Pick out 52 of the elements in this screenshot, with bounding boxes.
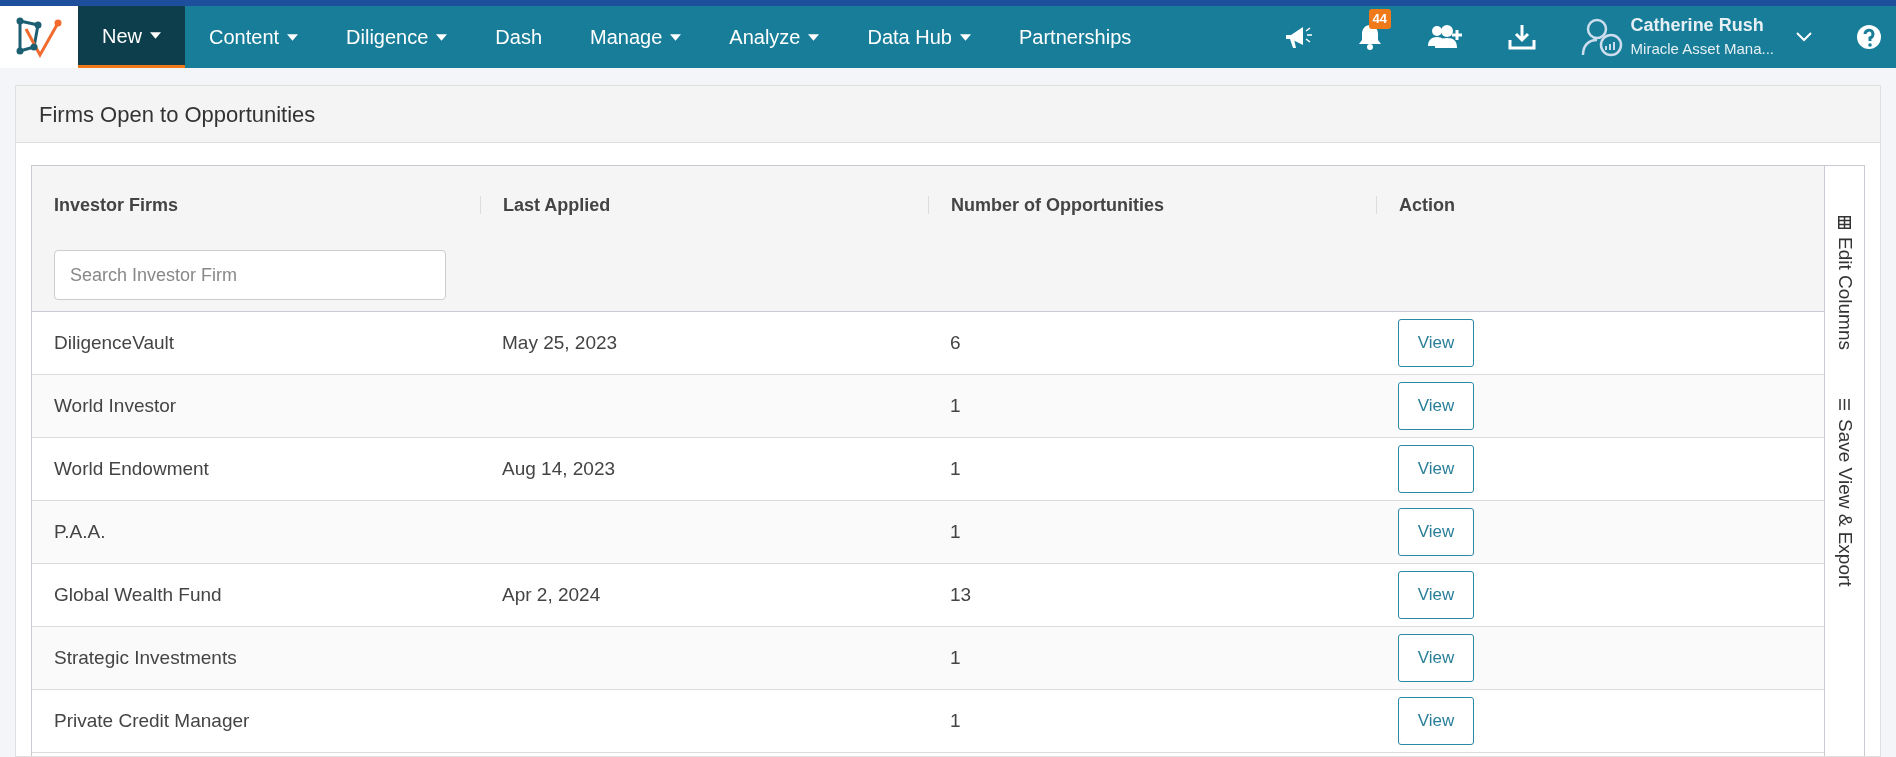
column-header[interactable]: Last Applied xyxy=(503,191,611,219)
opportunity-count: 1 xyxy=(950,520,961,542)
logo-icon[interactable] xyxy=(0,6,78,68)
view-button[interactable]: View xyxy=(1398,697,1474,745)
nav-menu-item[interactable]: Partnerships xyxy=(995,6,1156,68)
opportunity-count: 1 xyxy=(950,646,961,668)
download-icon[interactable] xyxy=(1506,23,1537,51)
firm-name: World Endowment xyxy=(54,457,209,479)
opportunity-count: 13 xyxy=(950,583,972,605)
last-applied-date: May 25, 2023 xyxy=(502,331,618,353)
nav-menu-item[interactable]: New xyxy=(78,6,185,68)
column-header[interactable]: Investor Firms xyxy=(54,191,179,219)
side-tool-tab[interactable]: Edit Columns xyxy=(1830,216,1859,350)
view-button[interactable]: View xyxy=(1398,634,1474,682)
column-header[interactable]: Action xyxy=(1399,191,1455,219)
view-button[interactable]: View xyxy=(1398,382,1474,430)
bell-icon[interactable] xyxy=(1356,23,1383,51)
view-button[interactable]: View xyxy=(1398,319,1474,367)
view-button[interactable]: View xyxy=(1398,445,1474,493)
opportunity-count: 1 xyxy=(950,457,961,479)
firm-name: DiligenceVault xyxy=(54,331,175,353)
opportunity-count: 6 xyxy=(950,331,961,353)
opportunity-count: 1 xyxy=(950,394,961,416)
view-button[interactable]: View xyxy=(1398,571,1474,619)
nav-menu-item[interactable]: Content xyxy=(185,6,323,68)
search-field[interactable]: Search Investor Firm xyxy=(54,250,446,300)
notification-badge: 44 xyxy=(1368,9,1392,29)
last-applied-date: Aug 14, 2023 xyxy=(502,457,616,479)
last-applied-date: Apr 2, 2024 xyxy=(502,583,601,605)
nav-menu-item[interactable]: Dash xyxy=(471,6,567,68)
columns-icon xyxy=(1838,216,1851,229)
side-tool-tab[interactable]: Save View & Export xyxy=(1830,398,1859,587)
bars-icon xyxy=(1838,398,1851,411)
user-avatar-icon[interactable] xyxy=(1580,17,1623,57)
panel-title: Firms Open to Opportunities xyxy=(39,100,316,129)
nav-menu-item[interactable]: Manage xyxy=(566,6,706,68)
firm-name: P.A.A. xyxy=(54,520,106,542)
opportunity-count: 1 xyxy=(950,709,961,731)
nav-menu-item[interactable]: Analyze xyxy=(705,6,844,68)
nav-menu-item[interactable]: Data Hub xyxy=(843,6,995,68)
firm-name: Global Wealth Fund xyxy=(54,583,222,605)
firm-name: Strategic Investments xyxy=(54,646,237,668)
view-button[interactable]: View xyxy=(1398,508,1474,556)
nav-menu-item[interactable]: Diligence xyxy=(322,6,472,68)
user-name: Catherine Rush xyxy=(1630,14,1765,37)
add-user-icon[interactable] xyxy=(1426,24,1463,50)
chevron-down-icon[interactable] xyxy=(1796,32,1812,42)
column-header[interactable]: Number of Opportunities xyxy=(951,191,1164,219)
help-icon[interactable] xyxy=(1856,24,1882,50)
user-organization: Miracle Asset Mana... xyxy=(1630,39,1774,59)
firm-name: Private Credit Manager xyxy=(54,709,250,731)
firm-name: World Investor xyxy=(54,394,177,416)
